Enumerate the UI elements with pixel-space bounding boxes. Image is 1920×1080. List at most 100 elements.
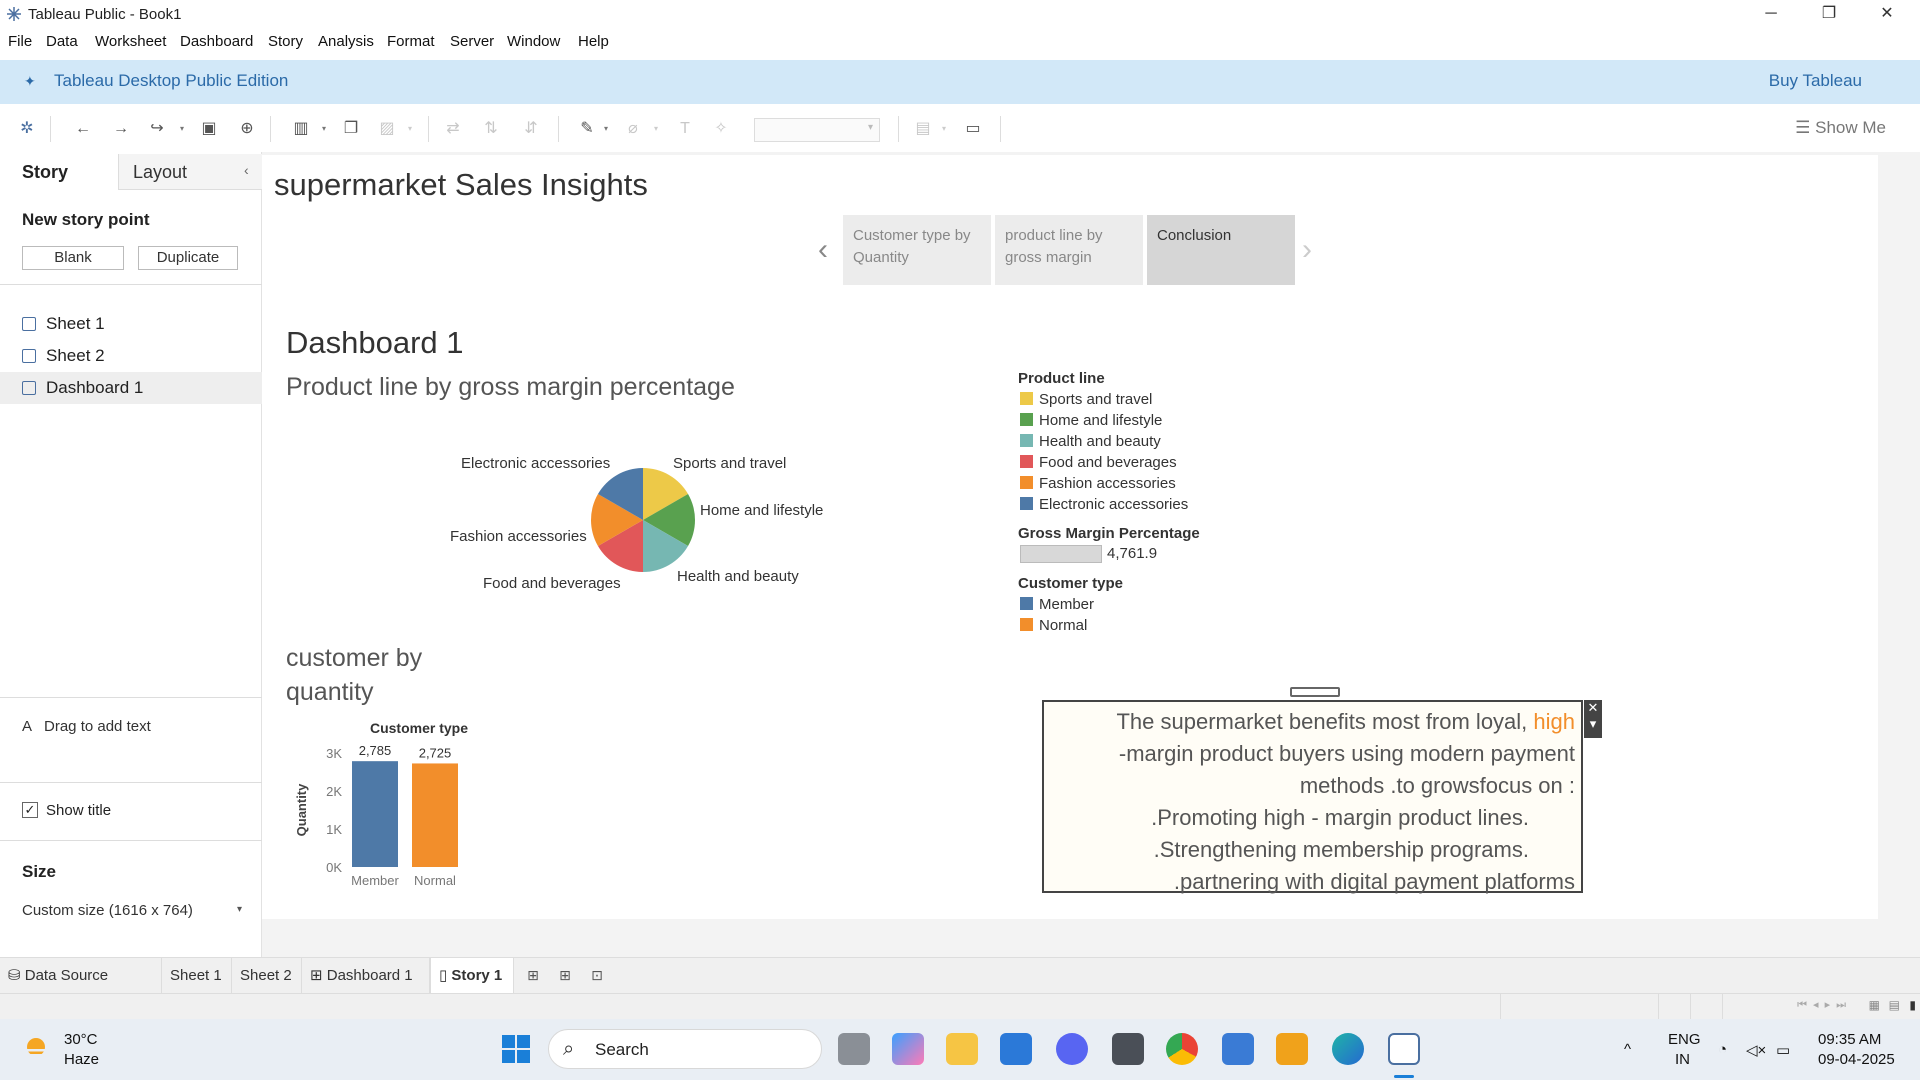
minimize-button[interactable]: ─ bbox=[1742, 0, 1800, 28]
legend-item[interactable]: Electronic accessories bbox=[1020, 496, 1188, 513]
next-story-point-icon[interactable]: › bbox=[1302, 233, 1312, 267]
wifi-icon[interactable]: ◔ bbox=[1718, 1041, 1727, 1058]
fix-axes-icon[interactable]: ✧ bbox=[710, 118, 732, 140]
legend-item[interactable]: Normal bbox=[1020, 617, 1087, 634]
menu-format[interactable]: Format bbox=[387, 33, 435, 50]
tab-dashboard-1[interactable]: ⊞ Dashboard 1 bbox=[302, 958, 430, 994]
fit-dropdown[interactable] bbox=[754, 118, 880, 142]
legend-item[interactable]: Sports and travel bbox=[1020, 391, 1152, 408]
discord-icon[interactable] bbox=[1056, 1033, 1088, 1065]
edge-icon[interactable] bbox=[1332, 1033, 1364, 1065]
show-title-checkbox[interactable]: ✓ bbox=[22, 802, 38, 818]
tableau-home-icon[interactable]: ✲ bbox=[16, 118, 38, 140]
show-cards-icon[interactable]: ▤ bbox=[912, 118, 934, 140]
new-worksheet-icon[interactable]: ⊞ bbox=[524, 967, 542, 985]
language-indicator[interactable]: ENG bbox=[1668, 1031, 1701, 1048]
windows-start-icon[interactable] bbox=[502, 1035, 530, 1063]
new-dashboard-icon[interactable]: ⊞ bbox=[556, 967, 574, 985]
tab-data-source[interactable]: ⛁ Data Source bbox=[0, 958, 162, 994]
new-story-icon[interactable]: ⊡ bbox=[588, 967, 606, 985]
duplicate-sheet-icon[interactable]: ❐ bbox=[340, 118, 362, 140]
menu-help[interactable]: Help bbox=[578, 33, 609, 50]
size-dropdown[interactable]: Custom size (1616 x 764) ▾ bbox=[22, 902, 242, 919]
sheet-item-sheet-2[interactable]: Sheet 2 bbox=[0, 340, 262, 372]
tab-story[interactable]: Story bbox=[0, 154, 118, 190]
story-point-conclusion[interactable]: Conclusion bbox=[1147, 215, 1295, 285]
tab-sheet-2[interactable]: Sheet 2 bbox=[232, 958, 302, 994]
chevron-down-icon[interactable]: ▾ bbox=[942, 124, 946, 133]
chevron-down-icon[interactable]: ▾ bbox=[322, 124, 326, 133]
chrome-icon[interactable] bbox=[1166, 1033, 1198, 1065]
chevron-down-icon[interactable]: ▾ bbox=[408, 124, 412, 133]
show-me-button[interactable]: ☰ Show Me bbox=[1795, 118, 1886, 138]
clear-sheet-icon[interactable]: ▨ bbox=[376, 118, 398, 140]
undo-icon[interactable]: ← bbox=[72, 118, 94, 140]
collapse-panel-icon[interactable]: ‹ bbox=[244, 162, 249, 178]
duplicate-button[interactable]: Duplicate bbox=[138, 246, 238, 270]
presentation-mode-icon[interactable]: ▭ bbox=[962, 118, 984, 140]
close-window-button[interactable]: ✕ bbox=[1858, 0, 1916, 28]
legend-item[interactable]: Health and beauty bbox=[1020, 433, 1161, 450]
buy-tableau-link[interactable]: Buy Tableau bbox=[1769, 71, 1862, 91]
menu-data[interactable]: Data bbox=[46, 33, 78, 50]
copilot-icon[interactable] bbox=[892, 1033, 924, 1065]
legend-item[interactable]: Food and beverages bbox=[1020, 454, 1177, 471]
clock-time[interactable]: 09:35 AM bbox=[1818, 1031, 1881, 1048]
redo-icon[interactable]: → bbox=[110, 118, 132, 140]
pie-chart[interactable] bbox=[590, 467, 696, 573]
bar-chart[interactable]: Customer type Quantity 0K 1K 2K 3K 2,785 Member… bbox=[286, 717, 486, 897]
grid-view-icon[interactable]: ▦ bbox=[1869, 998, 1880, 1012]
tab-sheet-1[interactable]: Sheet 1 bbox=[162, 958, 232, 994]
blank-button[interactable]: Blank bbox=[22, 246, 124, 270]
legend-item[interactable]: Member bbox=[1020, 596, 1094, 613]
filmstrip-view-icon[interactable]: ▤ bbox=[1889, 998, 1900, 1012]
sheet-item-dashboard-1[interactable]: Dashboard 1 bbox=[0, 372, 262, 404]
tab-view-icon[interactable]: ▮ bbox=[1909, 998, 1916, 1012]
sheet-item-sheet-1[interactable]: Sheet 1 bbox=[0, 308, 262, 340]
story-point-product-line[interactable]: product line by gross margin bbox=[995, 215, 1143, 285]
new-data-source-icon[interactable]: ⊕ bbox=[236, 118, 258, 140]
swap-rows-columns-icon[interactable]: ⇄ bbox=[442, 118, 464, 140]
save-icon[interactable]: ▣ bbox=[198, 118, 220, 140]
menu-analysis[interactable]: Analysis bbox=[318, 33, 374, 50]
chevron-down-icon[interactable]: ▾ bbox=[654, 124, 658, 133]
replay-icon[interactable]: ↪ bbox=[146, 118, 168, 140]
task-view-icon[interactable] bbox=[838, 1033, 870, 1065]
app-icon[interactable] bbox=[1112, 1033, 1144, 1065]
new-worksheet-icon[interactable]: ▥ bbox=[290, 118, 312, 140]
text-box-controls[interactable]: ✕ ▾ bbox=[1584, 700, 1602, 738]
rewards-icon[interactable] bbox=[1276, 1033, 1308, 1065]
sort-ascending-icon[interactable]: ⇅ bbox=[480, 118, 502, 140]
menu-file[interactable]: File bbox=[8, 33, 32, 50]
taskbar-search[interactable]: ⌕ Search bbox=[548, 1029, 822, 1069]
chevron-down-icon[interactable]: ▾ bbox=[1584, 716, 1602, 732]
maximize-button[interactable]: ❐ bbox=[1800, 0, 1858, 28]
photos-icon[interactable] bbox=[1222, 1033, 1254, 1065]
menu-dashboard[interactable]: Dashboard bbox=[180, 33, 253, 50]
group-members-icon[interactable]: ⌀ bbox=[622, 118, 644, 140]
weather-haze-icon[interactable] bbox=[22, 1035, 52, 1061]
previous-story-point-icon[interactable]: ‹ bbox=[818, 233, 828, 267]
chevron-up-icon[interactable]: ^ bbox=[1624, 1041, 1631, 1058]
legend-item[interactable]: Fashion accessories bbox=[1020, 475, 1176, 492]
tableau-taskbar-icon[interactable] bbox=[1388, 1033, 1420, 1065]
drag-to-add-text[interactable]: A Drag to add text bbox=[22, 718, 151, 735]
show-mark-labels-icon[interactable]: T bbox=[674, 118, 696, 140]
bar-normal[interactable] bbox=[412, 763, 458, 867]
story-point-customer-type[interactable]: Customer type by Quantity bbox=[843, 215, 991, 285]
close-icon[interactable]: ✕ bbox=[1584, 700, 1602, 716]
file-explorer-icon[interactable] bbox=[946, 1033, 978, 1065]
sheet-navigation-icon[interactable]: ⏮◂▸⏭ bbox=[1797, 998, 1852, 1012]
tab-story-1[interactable]: ▯ Story 1 bbox=[430, 958, 514, 994]
menu-window[interactable]: Window bbox=[507, 33, 560, 50]
chevron-down-icon[interactable]: ▾ bbox=[604, 124, 608, 133]
menu-server[interactable]: Server bbox=[450, 33, 494, 50]
menu-story[interactable]: Story bbox=[268, 33, 303, 50]
move-handle[interactable] bbox=[1290, 687, 1340, 697]
conclusion-text-box[interactable]: The supermarket benefits most from loyal… bbox=[1042, 700, 1583, 894]
chevron-down-icon[interactable]: ▾ bbox=[180, 124, 184, 133]
legend-item[interactable]: Home and lifestyle bbox=[1020, 412, 1162, 429]
sort-descending-icon[interactable]: ⇵ bbox=[520, 118, 542, 140]
tab-layout[interactable]: Layout bbox=[118, 154, 262, 190]
bar-member[interactable] bbox=[352, 761, 398, 867]
